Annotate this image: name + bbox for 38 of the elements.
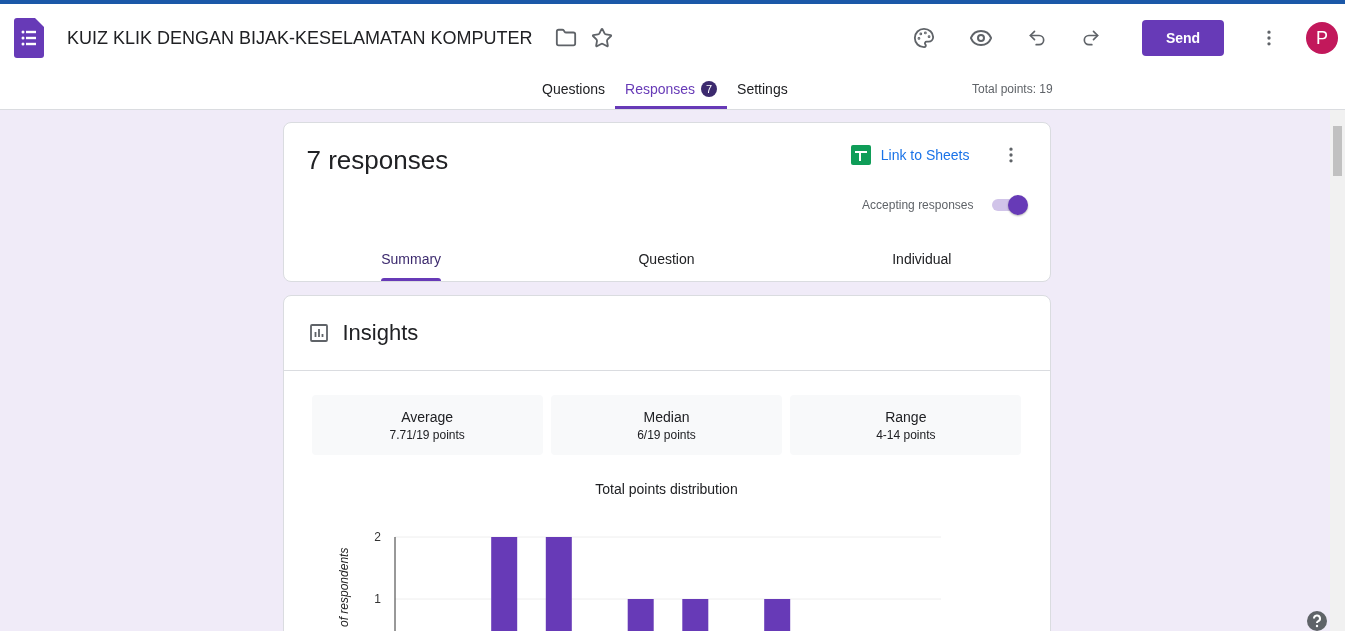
form-title: KUIZ KLIK DENGAN BIJAK-KESELAMATAN KOMPUTER	[67, 27, 533, 49]
tab[interactable]: Responses 7	[615, 72, 728, 109]
chart-title: Total points distribution	[594, 481, 739, 497]
star-icon[interactable]	[591, 27, 614, 49]
subtab[interactable]: Summary	[283, 237, 539, 281]
stat-label: Median	[643, 408, 690, 425]
count-badge: 7	[701, 81, 718, 97]
responses-count: 7 responses	[306, 145, 449, 177]
stat-value: 4-14 points	[876, 427, 936, 442]
y-tick-label: 1	[373, 592, 381, 606]
chart-bar	[681, 599, 708, 631]
send-button[interactable]: Send	[1142, 20, 1224, 56]
undo-icon[interactable]	[1027, 28, 1047, 48]
link-to-sheets-button[interactable]: Link to Sheets	[850, 145, 970, 165]
chart-bar	[627, 599, 654, 631]
tab[interactable]: Questions	[532, 72, 616, 109]
chart-icon	[308, 323, 329, 343]
stat-value: 6/19 points	[637, 427, 696, 442]
scrollbar[interactable]	[1330, 110, 1345, 631]
accepting-responses-label: Accepting responses	[862, 198, 974, 212]
forms-logo-icon	[14, 18, 44, 58]
subtab[interactable]: Individual	[794, 237, 1050, 281]
y-tick-label: 2	[373, 530, 381, 544]
tab[interactable]: Settings	[727, 72, 798, 109]
sheets-icon	[850, 145, 871, 165]
chart-bar	[763, 599, 790, 631]
stat-label: Average	[401, 408, 454, 425]
folder-icon[interactable]	[555, 27, 578, 49]
palette-icon[interactable]	[913, 27, 935, 49]
redo-icon[interactable]	[1081, 28, 1101, 48]
stat-value: 7.71/19 points	[389, 427, 465, 442]
subtab[interactable]: Question	[538, 237, 795, 281]
y-axis-label: of respondents	[336, 547, 351, 627]
avatar[interactable]: P	[1306, 22, 1338, 54]
insights-title: Insights	[342, 320, 419, 346]
stat-label: Range	[885, 408, 927, 425]
help-icon[interactable]	[1307, 611, 1327, 631]
total-points: Total points: 19	[972, 82, 1053, 96]
